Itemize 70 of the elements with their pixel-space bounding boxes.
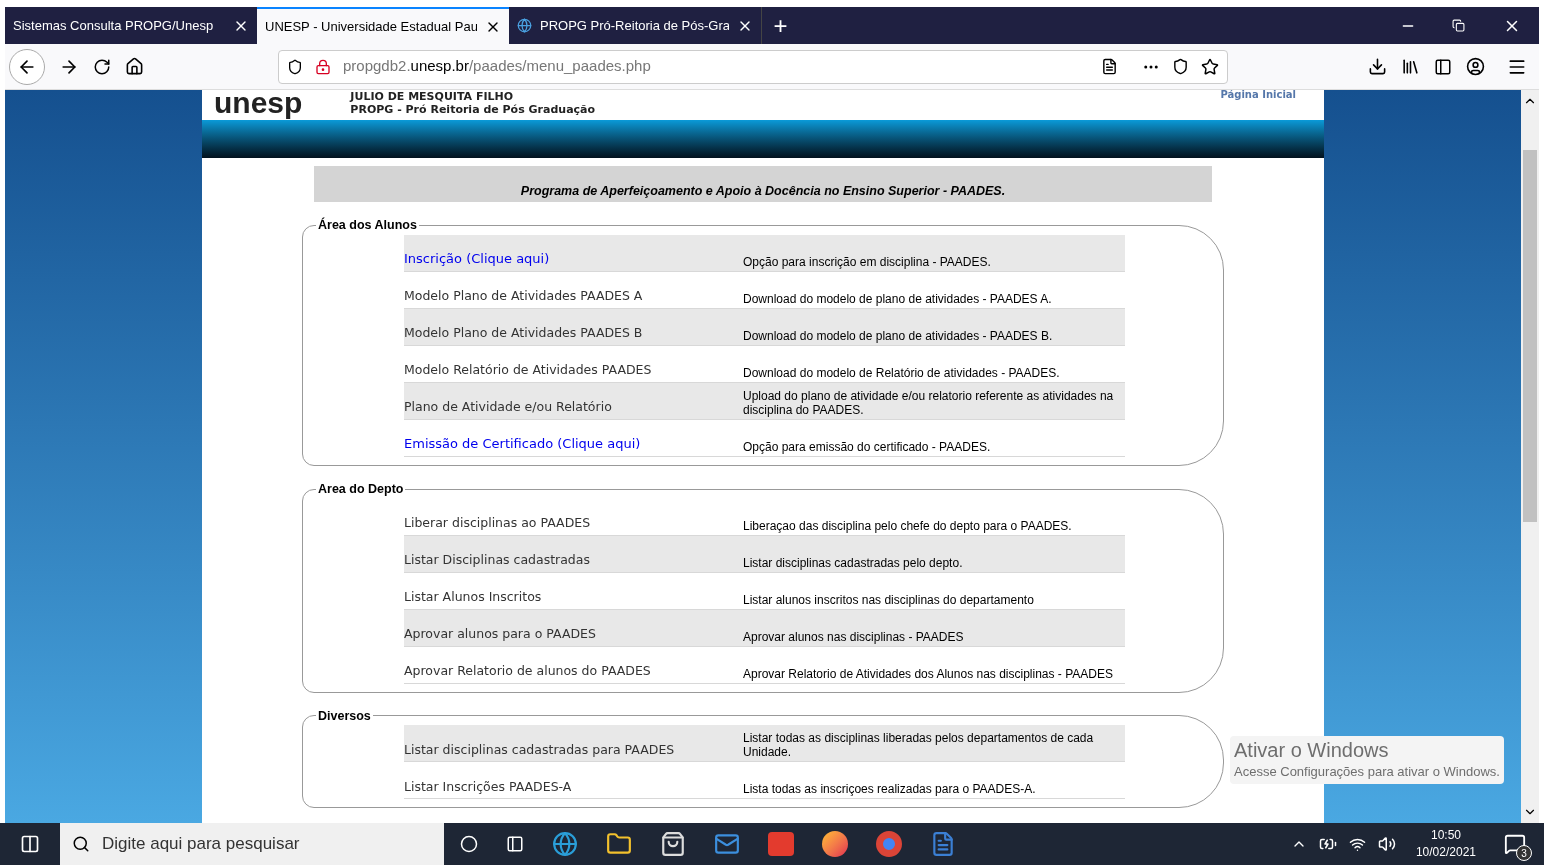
section-legend: Área dos Alunos — [316, 216, 419, 235]
menu-label: Liberar disciplinas ao PAADES — [404, 513, 592, 532]
menu-description: Listar todas as disciplinas liberadas pelos departamentos de cada Unidade. — [743, 731, 1095, 760]
insecure-lock-icon — [315, 58, 331, 75]
notification-badge: 3 — [1516, 845, 1532, 861]
menu-description: Liberaçao das disciplina pelo chefe do depto para o PAADES. — [743, 518, 1073, 533]
notification-icon[interactable] — [1504, 833, 1526, 855]
taskbar-search-field[interactable]: Digite aqui para pesquisar — [60, 823, 444, 865]
restore-icon[interactable] — [1452, 19, 1465, 32]
page-title: Programa de Aperfeiçoamento e Apoio à Docência no Ensino Superior - PAADES. — [520, 183, 1006, 201]
mail-icon[interactable] — [714, 831, 740, 857]
menu-description: Upload do plano de atividade e/ou relatorio referente as atividades na disciplina do PAADES. — [743, 388, 1115, 417]
menu-description: Listar alunos inscritos nas disciplinas do departamento — [743, 592, 1035, 607]
clock-time: 10:50 — [1430, 827, 1461, 844]
sidebar-icon[interactable] — [1434, 57, 1452, 76]
address-bar[interactable]: propgdb2.unesp.br/paades/menu_paades.php — [278, 49, 1228, 84]
menu-description: Listar disciplinas cadastradas pelo depto. — [743, 555, 964, 570]
section-legend: Diversos — [316, 706, 373, 726]
browser-tab[interactable]: UNESP - Universidade Estadual Pau — [257, 7, 509, 44]
menu-label: Listar Inscrições PAADES-A — [404, 777, 573, 796]
menu-description: Download do modelo de plano de atividades - PAADES B. — [743, 328, 1054, 343]
library-icon[interactable] — [1401, 57, 1420, 76]
shield-icon — [287, 58, 303, 75]
back-button[interactable] — [9, 48, 45, 85]
menu-description: Download do modelo de Relatório de atividades - PAADES. — [743, 365, 1061, 380]
unit-name: PROPG - Pró Reitoria de Pós Graduação — [350, 103, 596, 116]
tab-title: Sistemas Consulta PROPG/Unesp — [13, 16, 215, 35]
menu-label: Modelo Plano de Atividades PAADES B — [404, 324, 644, 342]
download-icon[interactable] — [1368, 57, 1387, 76]
store-icon[interactable] — [660, 831, 686, 857]
menu-description: Aprovar Relatorio de Atividades dos Alunos nas disciplinas - PAADES — [743, 666, 1114, 681]
document-icon[interactable] — [930, 831, 956, 857]
section-legend: Area do Depto — [316, 479, 406, 499]
clock-date: 10/02/2021 — [1415, 844, 1476, 861]
url-text: propgdb2.unesp.br/paades/menu_paades.php — [343, 56, 652, 77]
browser-icon[interactable] — [552, 831, 578, 857]
menu-label: Listar Disciplinas cadastradas — [404, 550, 591, 569]
menu-label: Listar Alunos Inscritos — [404, 587, 543, 606]
search-placeholder: Digite aqui para pesquisar — [102, 833, 300, 856]
menu-description: Aprovar alunos nas disciplinas - PAADES — [743, 629, 965, 644]
university-name: JULIO DE MESQUITA FILHO — [350, 90, 515, 103]
home-icon[interactable] — [125, 57, 144, 76]
home-link[interactable]: Página Inicial — [1220, 90, 1296, 100]
menu-description: Opção para inscrição em disciplina - PAADES. — [743, 254, 992, 269]
menu-link[interactable]: Emissão de Certificado (Clique aqui) — [404, 434, 743, 454]
clock[interactable]: 10:50 10/02/2021 — [1415, 827, 1476, 861]
scroll-thumb[interactable] — [1523, 150, 1537, 522]
menu-label: Modelo Relatório de Atividades PAADES — [404, 361, 653, 379]
folder-icon[interactable] — [606, 831, 632, 857]
star-icon[interactable] — [1201, 57, 1219, 76]
account-icon[interactable] — [1466, 57, 1485, 76]
menu-description: Lista todas as inscriçoes realizadas para o PAADES-A. — [743, 782, 1037, 797]
menu-link[interactable]: Inscrição (Clique aqui) — [404, 249, 743, 269]
activation-subtitle: Acesse Configurações para ativar o Windows. — [1234, 763, 1500, 781]
menu-description: Download do modelo de plano de atividades - PAADES A. — [743, 291, 1053, 306]
reload-icon[interactable] — [93, 57, 111, 76]
scrollbar[interactable] — [1521, 90, 1539, 823]
reader-view-icon[interactable] — [1101, 58, 1118, 75]
search-icon — [72, 835, 90, 853]
volume-icon[interactable] — [1377, 835, 1396, 853]
menu-label: Modelo Plano de Atividades PAADES A — [404, 287, 644, 305]
task-view-icon[interactable] — [506, 835, 524, 853]
globe-icon — [517, 18, 532, 33]
menu-label: Plano de Atividade e/ou Relatório — [404, 398, 613, 416]
tab-title: UNESP - Universidade Estadual Pau — [265, 17, 477, 36]
activation-title: Ativar o Windows — [1234, 738, 1390, 762]
menu-label: Aprovar Relatorio de alunos do PAADES — [404, 661, 652, 680]
menu-label: Listar disciplinas cadastradas para PAADES — [404, 740, 676, 759]
menu-description: Opção para emissão do certificado - PAADES. — [743, 439, 992, 454]
menu-label: Aprovar alunos para o PAADES — [404, 624, 597, 643]
